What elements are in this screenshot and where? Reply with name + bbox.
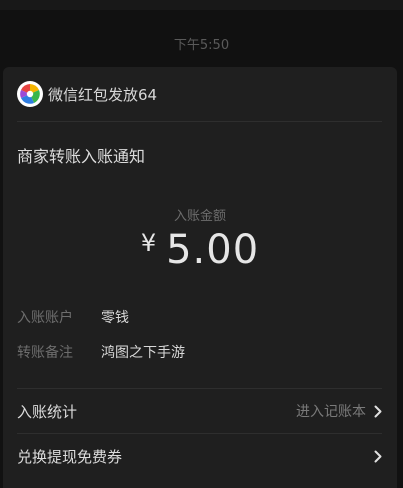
menu-item-label: 兑换提现免费券	[17, 447, 123, 466]
notification-card[interactable]: 微信红包发放64 商家转账入账通知 入账金额 ¥5.00 入账账户 零钱 转账备…	[3, 67, 397, 488]
detail-value: 鸿图之下手游	[101, 345, 185, 361]
detail-row-remark: 转账备注 鸿图之下手游	[17, 342, 185, 362]
detail-row-account: 入账账户 零钱	[17, 307, 129, 327]
detail-key: 入账账户	[17, 310, 73, 326]
chevron-right-icon	[374, 450, 382, 462]
detail-value: 零钱	[101, 310, 129, 326]
amount-display: ¥5.00	[3, 227, 397, 273]
notice-title: 商家转账入账通知	[17, 147, 146, 166]
chat-page: 下午5:50 微信红包发放64 商家转账入账通知 入账金额 ¥5.00 入账账户…	[0, 0, 403, 488]
card-header[interactable]: 微信红包发放64	[17, 81, 157, 107]
wechat-pay-logo-icon	[17, 81, 43, 107]
sender-name: 微信红包发放64	[48, 85, 158, 104]
amount-value: 5.00	[166, 227, 260, 273]
chevron-right-icon	[374, 405, 382, 417]
header-divider	[17, 121, 382, 122]
menu-item-income-stats[interactable]: 入账统计 进入记账本	[17, 389, 382, 433]
detail-key: 转账备注	[17, 345, 73, 361]
currency-symbol: ¥	[140, 229, 157, 257]
previous-message-edge	[0, 0, 403, 10]
menu-item-hint: 进入记账本	[296, 404, 366, 420]
menu-item-label: 入账统计	[17, 402, 78, 421]
time-divider: 下午5:50	[173, 38, 230, 53]
amount-label: 入账金额	[173, 209, 226, 224]
menu-item-redeem-coupon[interactable]: 兑换提现免费券	[17, 434, 382, 478]
